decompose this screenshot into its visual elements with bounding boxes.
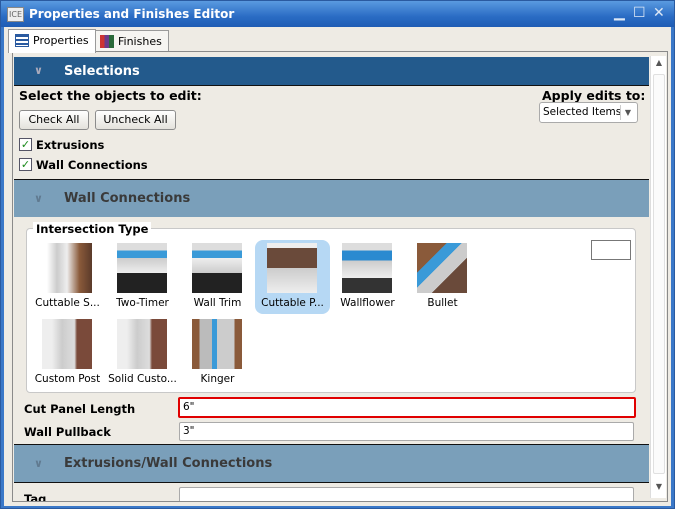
tile-label: Kinger <box>200 373 235 385</box>
tag-label: Tag <box>24 492 47 502</box>
client-area: Properties Finishes ▲ ▼ ∨ Selections Sel… <box>4 27 671 506</box>
wallflower-thumbnail <box>342 243 392 293</box>
tab-finishes[interactable]: Finishes <box>93 30 169 53</box>
tile-label: Solid Custo... <box>108 373 177 385</box>
tile-label: Custom Post <box>34 373 101 385</box>
tab-label: Properties <box>33 34 89 47</box>
wall-connections-header[interactable]: ∨ Wall Connections <box>14 179 649 217</box>
cuttable-s-thumbnail <box>42 243 92 293</box>
kinger-thumbnail <box>192 319 242 369</box>
extrusions-wall-connections-header[interactable]: ∨ Extrusions/Wall Connections <box>14 444 649 483</box>
color-grid-icon <box>100 35 114 48</box>
wall-trim-thumbnail <box>192 243 242 293</box>
solid-custom-thumbnail <box>117 319 167 369</box>
tile-label: Cuttable S... <box>35 297 100 309</box>
title-bar[interactable]: ICE Properties and Finishes Editor ▁ ☐ ✕ <box>1 1 674 27</box>
intersection-tile[interactable]: Kinger <box>180 316 255 390</box>
two-timer-thumbnail <box>117 243 167 293</box>
extrusions-checkbox[interactable]: ✓ <box>19 138 32 151</box>
tile-label: Bullet <box>427 297 458 309</box>
scroll-down-arrow-icon[interactable]: ▼ <box>653 482 665 496</box>
intersection-tile[interactable]: Custom Post <box>30 316 105 390</box>
vertical-scrollbar[interactable]: ▲ ▼ <box>650 56 666 498</box>
select-prompt: Select the objects to edit: <box>19 88 202 103</box>
apply-edits-label: Apply edits to: <box>542 88 646 103</box>
chevron-down-icon: ∨ <box>34 192 43 205</box>
wall-connections-checkbox[interactable]: ✓ <box>19 158 32 171</box>
dropdown-arrow-icon: ▼ <box>620 105 635 120</box>
wall-pullback-input[interactable]: 3" <box>179 422 634 441</box>
tab-properties[interactable]: Properties <box>8 29 96 53</box>
bullet-thumbnail <box>417 243 467 293</box>
tag-input[interactable] <box>179 487 634 501</box>
intersection-tile[interactable]: Two-Timer <box>105 240 180 314</box>
chevron-down-icon: ∨ <box>34 64 43 77</box>
list-icon <box>15 34 29 47</box>
scroll-thumb[interactable] <box>653 74 665 474</box>
tab-label: Finishes <box>118 35 162 48</box>
cut-panel-length-input[interactable]: 6" <box>178 397 636 418</box>
intersection-tile[interactable]: Bullet <box>405 240 480 314</box>
tile-label: Cuttable P... <box>261 297 324 309</box>
section-title: Wall Connections <box>64 191 191 206</box>
intersection-type-group: Intersection Type Cuttable S... Two-Time… <box>26 222 636 393</box>
intersection-tile[interactable]: Cuttable S... <box>30 240 105 314</box>
intersection-tile[interactable]: Wallflower <box>330 240 405 314</box>
window-title: Properties and Finishes Editor <box>29 7 235 21</box>
select-value: Selected Items <box>543 106 622 118</box>
tile-label: Wall Trim <box>193 297 242 309</box>
uncheck-all-button[interactable]: Uncheck All <box>95 110 176 130</box>
cuttable-p-thumbnail <box>267 243 317 293</box>
intersection-tile[interactable]: Solid Custo... <box>105 316 180 390</box>
tile-label: Wallflower <box>340 297 395 309</box>
view-toggle-icon[interactable] <box>591 240 631 260</box>
extrusions-label: Extrusions <box>36 138 105 152</box>
tile-label: Two-Timer <box>116 297 169 309</box>
wall-connections-label: Wall Connections <box>36 158 148 172</box>
intersection-tile[interactable]: Wall Trim <box>180 240 255 314</box>
scroll-up-arrow-icon[interactable]: ▲ <box>653 58 665 72</box>
app-logo-icon: ICE <box>7 7 24 22</box>
minimize-button[interactable]: ▁ <box>614 6 625 20</box>
group-title: Intersection Type <box>33 222 152 236</box>
properties-panel: ▲ ▼ ∨ Selections Select the objects to e… <box>12 51 668 502</box>
check-all-button[interactable]: Check All <box>19 110 89 130</box>
section-title: Extrusions/Wall Connections <box>64 456 273 471</box>
properties-finishes-window: ICE Properties and Finishes Editor ▁ ☐ ✕… <box>0 0 675 509</box>
section-title: Selections <box>64 64 140 79</box>
selections-header[interactable]: ∨ Selections <box>14 57 649 86</box>
cut-panel-length-label: Cut Panel Length <box>24 402 136 416</box>
wall-pullback-label: Wall Pullback <box>24 425 111 439</box>
apply-edits-select[interactable]: Selected Items ▼ <box>539 102 638 123</box>
close-button[interactable]: ✕ <box>653 6 665 20</box>
maximize-button[interactable]: ☐ <box>633 6 646 20</box>
chevron-down-icon: ∨ <box>34 457 43 470</box>
intersection-tile[interactable]: Cuttable P... <box>255 240 330 314</box>
custom-post-thumbnail <box>42 319 92 369</box>
